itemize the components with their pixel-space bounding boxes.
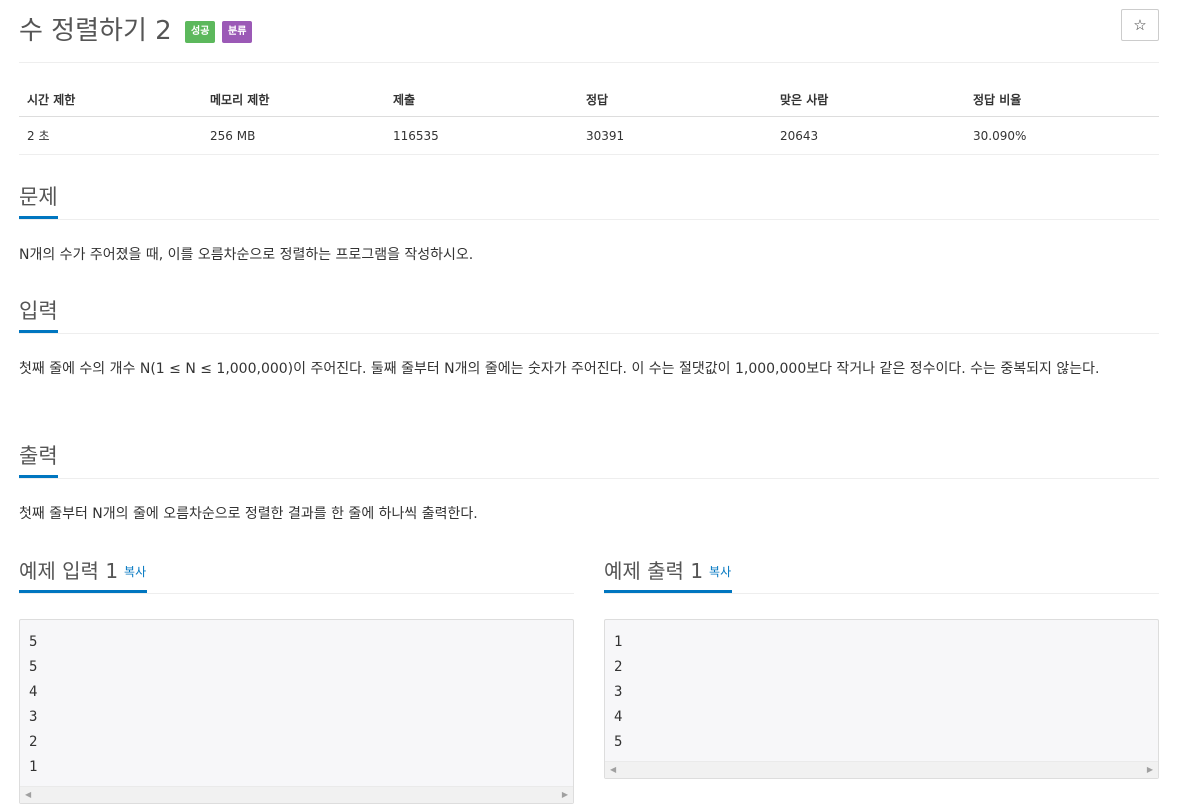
scroll-right-icon[interactable]: ▶ bbox=[562, 790, 568, 800]
favorite-button[interactable]: ☆ bbox=[1121, 9, 1159, 41]
header-divider bbox=[19, 62, 1159, 63]
output-section: 출력 첫째 줄부터 N개의 줄에 오름차순으로 정렬한 결과를 한 줄에 하나씩… bbox=[19, 440, 1159, 529]
section-header: 입력 bbox=[19, 295, 1159, 334]
problem-description-section: 문제 N개의 수가 주어졌을 때, 이를 오름차순으로 정렬하는 프로그램을 작… bbox=[19, 181, 1159, 270]
copy-sample-output-button[interactable]: 복사 bbox=[709, 565, 731, 579]
problem-title: 수 정렬하기 2 bbox=[19, 16, 172, 46]
header-solved-users: 맞은 사람 bbox=[772, 82, 965, 117]
section-title-input: 입력 bbox=[19, 295, 58, 333]
copy-sample-input-button[interactable]: 복사 bbox=[124, 565, 146, 579]
info-value-row: 2 초 256 MB 116535 30391 20643 30.090% bbox=[19, 116, 1159, 155]
sample-input-panel: 예제 입력 1 복사 5 5 4 3 2 1 ◀ ▶ bbox=[19, 555, 574, 804]
input-description-text: 첫째 줄에 수의 개수 N(1 ≤ N ≤ 1,000,000)이 주어진다. … bbox=[19, 361, 1100, 377]
info-header-row: 시간 제한 메모리 제한 제출 정답 맞은 사람 정답 비율 bbox=[19, 82, 1159, 117]
input-section: 입력 첫째 줄에 수의 개수 N(1 ≤ N ≤ 1,000,000)이 주어진… bbox=[19, 295, 1159, 384]
problem-info-table: 시간 제한 메모리 제한 제출 정답 맞은 사람 정답 비율 2 초 256 M… bbox=[19, 82, 1159, 155]
category-badge[interactable]: 분류 bbox=[222, 21, 253, 43]
header-submissions: 제출 bbox=[385, 82, 578, 117]
header-accepted: 정답 bbox=[578, 82, 772, 117]
value-time-limit: 2 초 bbox=[19, 116, 202, 155]
horizontal-scrollbar[interactable]: ◀ ▶ bbox=[605, 761, 1158, 778]
star-icon: ☆ bbox=[1133, 16, 1147, 34]
sample-output-content: 1 2 3 4 5 bbox=[614, 634, 623, 750]
value-accepted[interactable]: 30391 bbox=[578, 116, 772, 155]
header-time-limit: 시간 제한 bbox=[19, 82, 202, 117]
header-memory-limit: 메모리 제한 bbox=[202, 82, 385, 117]
output-description-text: 첫째 줄부터 N개의 줄에 오름차순으로 정렬한 결과를 한 줄에 하나씩 출력… bbox=[19, 506, 478, 522]
scroll-right-icon[interactable]: ▶ bbox=[1147, 765, 1153, 775]
section-header: 문제 bbox=[19, 181, 1159, 220]
section-title-output: 출력 bbox=[19, 440, 58, 478]
sample-output-panel: 예제 출력 1 복사 1 2 3 4 5 ◀ ▶ bbox=[604, 555, 1159, 779]
status-badge-success[interactable]: 성공 bbox=[185, 21, 216, 43]
header-accept-ratio: 정답 비율 bbox=[965, 82, 1159, 117]
value-accept-ratio: 30.090% bbox=[965, 116, 1159, 155]
sample-input-content: 5 5 4 3 2 1 bbox=[29, 634, 38, 775]
problem-description-text: N개의 수가 주어졌을 때, 이를 오름차순으로 정렬하는 프로그램을 작성하시… bbox=[19, 247, 474, 263]
horizontal-scrollbar[interactable]: ◀ ▶ bbox=[20, 786, 573, 803]
sample-input-heading: 예제 입력 1 bbox=[19, 559, 119, 583]
scroll-left-icon[interactable]: ◀ bbox=[25, 790, 31, 800]
sample-output-heading: 예제 출력 1 bbox=[604, 559, 704, 583]
scroll-left-icon[interactable]: ◀ bbox=[610, 765, 616, 775]
sample-output-header: 예제 출력 1 복사 bbox=[604, 555, 1159, 594]
section-header: 출력 bbox=[19, 440, 1159, 479]
problem-page: 수 정렬하기 2 성공 분류 ☆ 시간 제한 메모리 제한 제출 정답 맞은 사… bbox=[19, 0, 1159, 811]
section-title-problem: 문제 bbox=[19, 181, 58, 219]
sample-output-box[interactable]: 1 2 3 4 5 ◀ ▶ bbox=[604, 619, 1159, 779]
value-submissions[interactable]: 116535 bbox=[385, 116, 578, 155]
sample-output-title: 예제 출력 1 복사 bbox=[604, 555, 733, 593]
sample-input-title: 예제 입력 1 복사 bbox=[19, 555, 148, 593]
problem-header: 수 정렬하기 2 성공 분류 ☆ bbox=[19, 8, 1159, 48]
value-memory-limit: 256 MB bbox=[202, 116, 385, 155]
value-solved-users[interactable]: 20643 bbox=[772, 116, 965, 155]
sample-input-header: 예제 입력 1 복사 bbox=[19, 555, 574, 594]
sample-input-box[interactable]: 5 5 4 3 2 1 ◀ ▶ bbox=[19, 619, 574, 804]
